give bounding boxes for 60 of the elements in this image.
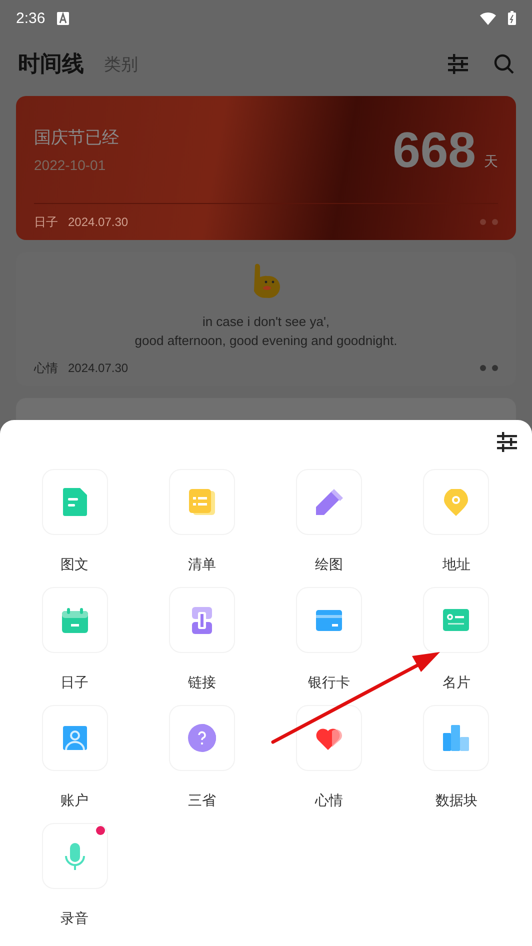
tile-label: 清单: [188, 555, 216, 573]
keyboard-notification-icon: [57, 12, 70, 24]
list-icon: [188, 489, 215, 515]
search-icon[interactable]: [494, 54, 514, 74]
more-icon[interactable]: [480, 219, 498, 225]
tile-label: 录音: [60, 909, 89, 927]
tile-button[interactable]: [296, 469, 362, 535]
tile-label: 链接: [188, 673, 216, 691]
tile-button[interactable]: [42, 823, 108, 889]
tile-label: 地址: [442, 555, 470, 573]
mood-text: in case i don't see ya', good afternoon, good evening and goodnight.: [134, 313, 398, 350]
tile-button[interactable]: [296, 587, 362, 653]
bank-card-icon: [316, 610, 342, 630]
day-count: 668: [392, 120, 476, 178]
wifi-icon: [480, 12, 496, 24]
calendar-icon: [62, 608, 88, 632]
tile-label: 绘图: [315, 555, 344, 573]
tile-button[interactable]: [42, 705, 108, 771]
page-title: 时间线: [18, 50, 84, 78]
question-bubble-icon: [188, 724, 216, 752]
created-date: 2024.07.30: [68, 361, 128, 375]
tile-label: 图文: [60, 555, 89, 573]
countdown-card[interactable]: 国庆节已经 2022-10-01 668 天 日子 2024.07.30: [16, 96, 516, 240]
tile-label: 名片: [442, 673, 470, 691]
pencil-icon: [316, 489, 343, 515]
tile-button[interactable]: [168, 705, 235, 771]
tile-button[interactable]: [168, 587, 235, 653]
id-card-icon: [443, 609, 470, 631]
notification-dot: [96, 826, 105, 835]
created-date: 2024.07.30: [68, 215, 128, 229]
tile-button[interactable]: [42, 587, 108, 653]
tile-label: 三省: [188, 791, 216, 809]
category-label: 心情: [34, 360, 58, 376]
sliders-icon[interactable]: [448, 54, 468, 74]
event-title: 国庆节已经: [34, 127, 119, 149]
heart-icon: [316, 726, 342, 750]
event-date: 2022-10-01: [34, 157, 107, 173]
tile-label: 数据块: [435, 791, 478, 809]
sliders-icon[interactable]: [497, 432, 517, 452]
microphone-icon: [64, 842, 85, 870]
battery-icon: [508, 11, 516, 25]
contact-icon: [62, 726, 87, 750]
bar-chart-icon: [443, 725, 470, 751]
tile-button[interactable]: [42, 469, 108, 535]
location-pin-icon: [444, 488, 468, 516]
tile-label: 心情: [315, 791, 344, 809]
document-icon: [62, 488, 87, 516]
tile-button[interactable]: [423, 587, 490, 653]
tile-label: 银行卡: [308, 673, 350, 691]
link-icon: [192, 606, 212, 634]
tile-label: 账户: [60, 791, 89, 809]
tile-button[interactable]: [168, 469, 235, 535]
tile-button[interactable]: [423, 705, 490, 771]
tile-button[interactable]: [423, 469, 490, 535]
status-time: 2:36: [16, 10, 46, 26]
tile-label: 日子: [60, 673, 89, 691]
tile-button[interactable]: [296, 705, 362, 771]
category-label: 日子: [34, 214, 58, 230]
more-icon[interactable]: [480, 365, 498, 371]
day-unit: 天: [484, 152, 498, 170]
